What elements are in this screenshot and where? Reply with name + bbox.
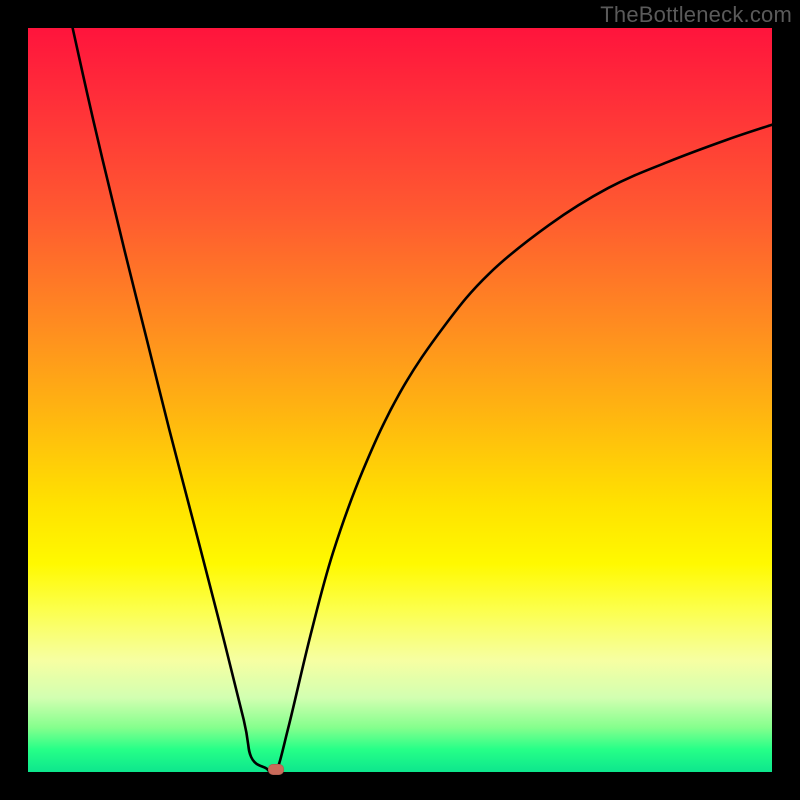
chart-frame: TheBottleneck.com (0, 0, 800, 800)
plot-area (28, 28, 772, 772)
min-marker (268, 764, 284, 775)
watermark-text: TheBottleneck.com (600, 2, 792, 28)
bottleneck-curve (28, 28, 772, 772)
